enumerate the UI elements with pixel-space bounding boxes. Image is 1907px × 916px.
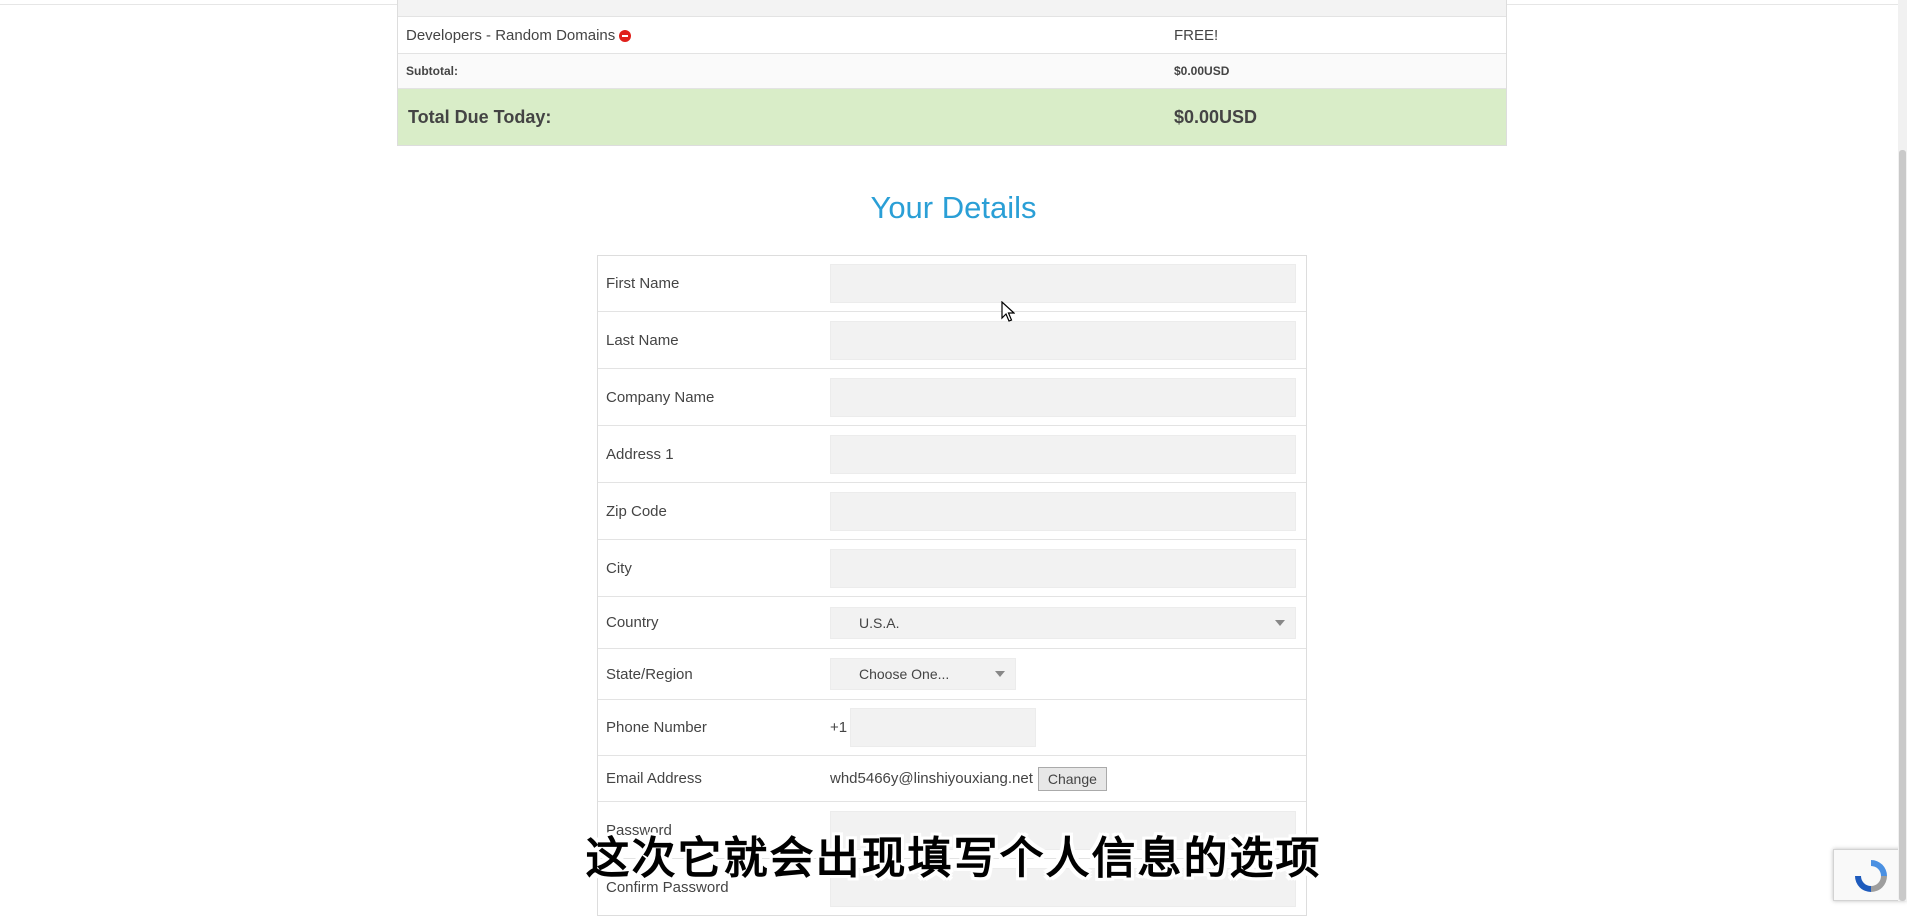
- country-select[interactable]: U.S.A.: [830, 606, 1296, 639]
- email-label: Email Address: [606, 770, 702, 787]
- phone-prefix: +1: [830, 719, 848, 736]
- state-label: State/Region: [606, 665, 693, 683]
- last-name-label: Last Name: [606, 331, 679, 349]
- total-due-row: Total Due Today: $0.00USD: [398, 88, 1506, 145]
- address1-input[interactable]: [830, 434, 1296, 474]
- subtotal-value: $0.00USD: [1174, 64, 1230, 78]
- city-label: City: [606, 559, 632, 577]
- video-subtitle: 这次它就会出现填写个人信息的选项: [585, 833, 1322, 884]
- phone-input[interactable]: [850, 708, 1036, 747]
- zip-label: Zip Code: [606, 502, 667, 520]
- email-row: Email Address whd5466y@linshiyouxiang.ne…: [598, 756, 1306, 802]
- subtotal-row: Subtotal: $0.00USD: [398, 53, 1506, 88]
- summary-item-row: Developers - Random Domains FREE!: [398, 16, 1506, 53]
- item-price: FREE!: [1174, 26, 1219, 44]
- scrollbar-thumb[interactable]: [1899, 150, 1906, 901]
- recaptcha-icon: [1855, 860, 1887, 892]
- email-value: whd5466y@linshiyouxiang.net: [830, 770, 1033, 787]
- total-due-value: $0.00USD: [1174, 106, 1258, 127]
- first-name-input[interactable]: [830, 264, 1296, 303]
- country-label: Country: [606, 614, 659, 631]
- city-row: City: [598, 540, 1306, 597]
- your-details-title: Your Details: [870, 190, 1037, 225]
- first-name-label: First Name: [606, 275, 680, 292]
- city-input[interactable]: [830, 548, 1296, 588]
- vertical-scrollbar[interactable]: [1898, 0, 1907, 901]
- phone-row: Phone Number +1: [598, 700, 1306, 756]
- state-select[interactable]: Choose One...: [830, 658, 1016, 690]
- state-row: State/Region Choose One...: [598, 649, 1306, 700]
- first-name-row: First Name: [598, 256, 1306, 312]
- zip-row: Zip Code: [598, 483, 1306, 540]
- item-name: Developers - Random Domains: [406, 26, 616, 44]
- dropdown-caret-icon: [1275, 619, 1285, 626]
- country-row: Country U.S.A.: [598, 597, 1306, 649]
- last-name-row: Last Name: [598, 312, 1306, 369]
- summary-header-strip: [398, 0, 1506, 16]
- mouse-cursor-icon: [1001, 300, 1016, 328]
- phone-label: Phone Number: [606, 719, 707, 736]
- order-summary-table: Developers - Random Domains FREE! Subtot…: [397, 0, 1507, 146]
- subtotal-label: Subtotal:: [406, 64, 458, 78]
- dropdown-caret-icon: [995, 671, 1005, 677]
- total-due-label: Total Due Today:: [408, 106, 552, 127]
- recaptcha-badge[interactable]: [1833, 849, 1907, 901]
- zip-input[interactable]: [830, 491, 1296, 531]
- company-name-label: Company Name: [606, 388, 715, 406]
- company-name-input[interactable]: [830, 377, 1296, 417]
- country-selected: U.S.A.: [859, 614, 900, 631]
- last-name-input[interactable]: [830, 320, 1296, 360]
- remove-icon[interactable]: [619, 29, 632, 42]
- company-name-row: Company Name: [598, 369, 1306, 426]
- address1-row: Address 1: [598, 426, 1306, 483]
- details-form: First Name Last Name Company Name Addres…: [597, 255, 1307, 916]
- change-email-button[interactable]: Change: [1037, 766, 1107, 791]
- state-selected: Choose One...: [859, 666, 950, 682]
- address1-label: Address 1: [606, 445, 674, 463]
